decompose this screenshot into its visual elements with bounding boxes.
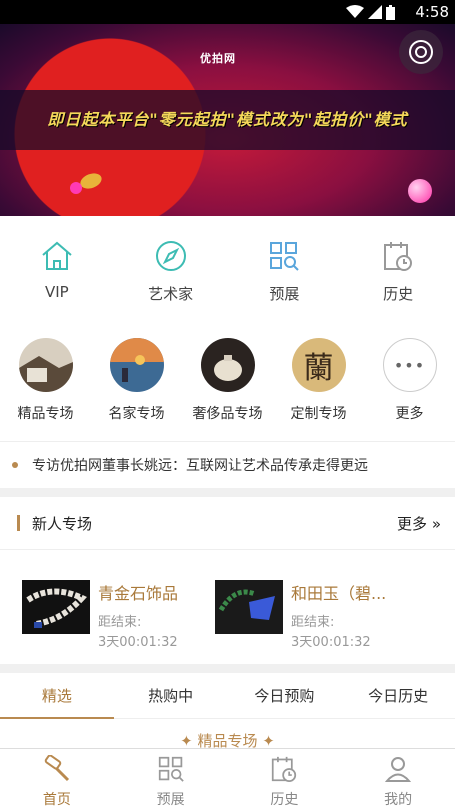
category-thumbnail (18, 338, 73, 392)
news-ticker[interactable]: 专访优拍网董事长姚远：互联网让艺术品传承走得更远 (0, 441, 455, 488)
bottom-nav: 首页 预展 历史 我的 (0, 748, 455, 809)
promo-banner[interactable]: 优拍网 即日起本平台"零元起拍"模式改为"起拍价"模式 (0, 24, 455, 216)
content-tabs: 精选 热购中 今日预购 今日历史 (0, 673, 455, 719)
category-custom[interactable]: 蘭 定制专场 (273, 338, 364, 430)
quick-nav-history[interactable]: 历史 (341, 225, 455, 315)
product-image (22, 580, 90, 634)
camera-lens-icon (409, 40, 433, 64)
product-image (215, 580, 283, 634)
bullet-icon (12, 462, 18, 468)
tab-today-history[interactable]: 今日历史 (341, 673, 455, 718)
product-name: 青金石饰品 (98, 584, 179, 603)
section-divider (0, 488, 455, 497)
bottom-nav-label: 历史 (270, 792, 299, 808)
double-chevron-right-icon: » (431, 514, 441, 533)
quick-nav-label: 预展 (269, 285, 300, 303)
more-link[interactable]: 更多 » (397, 513, 441, 534)
bottom-nav-label: 首页 (42, 792, 71, 808)
category-label: 奢侈品专场 (192, 406, 263, 422)
banner-headline: 即日起本平台"零元起拍"模式改为"起拍价"模式 (47, 110, 408, 129)
quick-nav-label: VIP (45, 283, 69, 301)
battery-icon (386, 4, 395, 20)
bottom-nav-preview[interactable]: 预展 (114, 749, 228, 809)
orb-decoration (408, 179, 432, 203)
news-text: 专访优拍网董事长姚远：互联网让艺术品传承走得更远 (32, 458, 368, 474)
quick-nav-preview[interactable]: 预展 (228, 225, 342, 315)
category-label: 定制专场 (290, 406, 347, 422)
status-time: 4:58 (415, 3, 449, 21)
quick-nav-label: 历史 (383, 285, 414, 303)
quick-nav-artist[interactable]: 艺术家 (114, 225, 228, 315)
tab-featured[interactable]: 精选 (0, 673, 114, 719)
bottom-nav-home[interactable]: 首页 (0, 749, 114, 809)
section-accent-bar (17, 515, 20, 531)
category-boutique[interactable]: 精品专场 (0, 338, 91, 430)
more-label: 更多 (397, 514, 428, 533)
promo-item[interactable]: 和田玉（碧... 距结束: 3天00:01:32 (215, 580, 386, 650)
countdown-label: 距结束: (98, 615, 142, 630)
quick-nav-vip[interactable]: VIP (0, 225, 114, 315)
category-more[interactable]: ••• 更多 (364, 338, 455, 430)
home-icon (42, 241, 72, 270)
countdown-label: 距结束: (291, 615, 335, 630)
calendar-clock-icon (272, 756, 297, 782)
section-title: 新人专场 (32, 514, 93, 533)
status-icons (346, 4, 395, 20)
category-luxury[interactable]: 奢侈品专场 (182, 338, 273, 430)
new-user-section-header: 新人专场 更多 » (0, 497, 455, 550)
category-label: 更多 (395, 406, 424, 422)
calendar-clock-icon (384, 242, 413, 271)
countdown-timer: 3天00:01:32 (98, 635, 178, 650)
category-row: 精品专场 名家专场 奢侈品专场 蘭 定制专场 ••• 更多 (0, 338, 455, 430)
section-divider (0, 664, 455, 673)
tab-hot[interactable]: 热购中 (114, 673, 228, 718)
category-thumbnail: 蘭 (291, 338, 346, 392)
bottom-nav-label: 预展 (156, 792, 185, 808)
promo-item[interactable]: 青金石饰品 距结束: 3天00:01:32 (22, 580, 178, 650)
wifi-icon (346, 5, 364, 18)
grid-search-icon (158, 756, 184, 782)
category-label: 名家专场 (108, 406, 165, 422)
category-label: 精品专场 (17, 406, 74, 422)
bottom-nav-profile[interactable]: 我的 (341, 749, 455, 809)
product-name: 和田玉（碧... (291, 584, 387, 603)
more-dots: ••• (393, 355, 426, 375)
bottom-nav-label: 我的 (384, 792, 413, 808)
category-thumbnail (200, 338, 255, 392)
orchid-glyph: 蘭 (303, 351, 334, 386)
status-bar: 4:58 (0, 0, 455, 24)
scan-button[interactable] (399, 30, 443, 74)
compass-icon (155, 241, 186, 271)
bottom-nav-history[interactable]: 历史 (228, 749, 342, 809)
user-icon (385, 757, 412, 782)
orb-decoration (70, 182, 82, 194)
more-icon: ••• (382, 338, 437, 392)
category-masters[interactable]: 名家专场 (91, 338, 182, 430)
category-thumbnail (109, 338, 164, 392)
signal-icon (368, 5, 382, 19)
grid-search-icon (270, 242, 300, 271)
quick-nav-label: 艺术家 (148, 285, 194, 303)
coin-decoration (78, 170, 104, 192)
quick-nav: VIP 艺术家 预展 历史 (0, 225, 455, 315)
auction-hammer-icon (44, 755, 69, 782)
tab-today-presale[interactable]: 今日预购 (228, 673, 342, 718)
banner-brand: 优拍网 (200, 52, 236, 65)
countdown-timer: 3天00:01:32 (291, 635, 371, 650)
